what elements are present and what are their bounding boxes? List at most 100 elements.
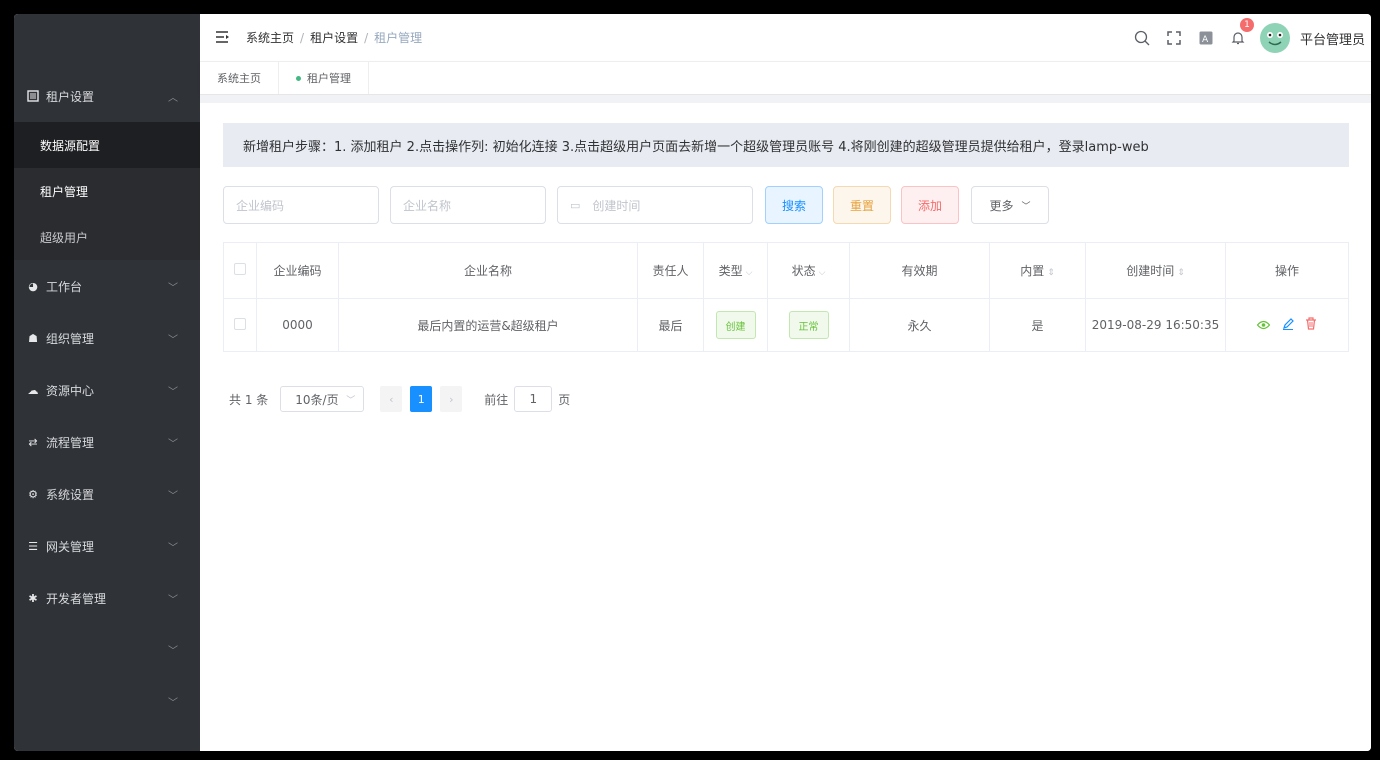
sidebar-group-developer[interactable]: ✱ 开发者管理 ﹀	[14, 572, 200, 624]
avatar[interactable]	[1259, 23, 1290, 53]
tag-home[interactable]: 系统主页	[200, 62, 279, 94]
chevron-down-icon: ﹀	[168, 334, 178, 346]
more-button[interactable]: 更多 ﹀	[971, 186, 1049, 224]
chevron-down-icon: ﹀	[168, 698, 178, 709]
bell-icon[interactable]: 1	[1230, 18, 1254, 46]
sidebar-item-system-settings[interactable]: ⚙ 系统设置 ﹀	[14, 468, 200, 520]
search-button[interactable]: 搜索	[765, 186, 823, 224]
create-time-picker[interactable]: ▭ 创建时间	[557, 186, 753, 224]
breadcrumb: 系统主页 / 租户设置 / 租户管理	[246, 29, 422, 46]
col-type-label: 类型	[718, 264, 743, 278]
page-size-value: 10条/页	[295, 392, 339, 407]
col-created[interactable]: 创建时间 ⇕	[1085, 242, 1226, 299]
tenant-table: 企业编码 企业名称 责任人 类型 ⌵ 状态 ⌵ 有效期 内置 ⇕ 创建时间 ⇕ 操作 0…	[223, 242, 1349, 352]
chevron-down-icon: ﹀	[168, 594, 178, 606]
sidebar-item-resources[interactable]: ☁ 资源中心 ﹀	[14, 364, 200, 416]
chevron-down-icon: ﹀	[168, 646, 178, 657]
delete-icon[interactable]	[1305, 316, 1317, 334]
sidebar-item-tenant-management[interactable]: 租户管理	[14, 168, 200, 214]
sidebar-item-organization[interactable]: ☗ 组织管理 ﹀	[14, 312, 200, 364]
sidebar: 租户设置 ︿ 数据源配置 租户管理 超级用户 ◕ 工作台 ﹀ ☗ 组织管理 ﹀	[14, 14, 200, 751]
reset-button[interactable]: 重置	[833, 186, 891, 224]
page-unit-label: 页	[558, 392, 571, 407]
sort-icon[interactable]: ⇕	[1177, 268, 1185, 278]
tenant-name-input[interactable]: 企业名称	[390, 186, 546, 224]
search-icon[interactable]	[1134, 30, 1150, 46]
edit-icon[interactable]	[1282, 317, 1294, 334]
next-page-button[interactable]: ›	[440, 386, 463, 412]
col-type[interactable]: 类型 ⌵	[703, 242, 768, 299]
sort-icon[interactable]: ⇕	[1047, 268, 1055, 278]
sidebar-item-label: 租户设置	[46, 89, 95, 104]
col-status[interactable]: 状态 ⌵	[767, 242, 850, 299]
active-dot-icon	[296, 75, 301, 81]
sidebar-group-gateway[interactable]: ☰ 网关管理 ﹀	[14, 520, 200, 572]
sidebar-item-tenant-settings[interactable]: 租户设置 ︿	[14, 70, 200, 122]
cloud-icon: ☁	[27, 383, 39, 397]
goto-label: 前往	[484, 392, 509, 407]
workflow-icon: ⇄	[28, 435, 38, 449]
sidebar-group-system-settings[interactable]: ⚙ 系统设置 ﹀	[14, 468, 200, 520]
filter-icon[interactable]: ⌵	[819, 268, 826, 278]
cell-actions	[1225, 298, 1349, 352]
table-row: 0000 最后内置的运营&超级租户 最后 创建 正常 永久 是 2019-08-…	[223, 298, 1349, 352]
cell-code: 0000	[256, 298, 339, 352]
select-all-checkbox-cell[interactable]	[223, 242, 257, 299]
row-checkbox[interactable]	[234, 317, 246, 330]
select-all-checkbox[interactable]	[234, 263, 246, 275]
sidebar-item-dashboard[interactable]: ◕ 工作台 ﹀	[14, 260, 200, 312]
sidebar-item-unnamed-1[interactable]: ﹀	[14, 624, 200, 676]
chevron-down-icon: ﹀	[1021, 201, 1031, 212]
sidebar-item-unnamed-2[interactable]: ﹀	[14, 676, 200, 728]
tenant-code-input[interactable]: 企业编码	[223, 186, 379, 224]
placeholder: 创建时间	[592, 198, 641, 213]
breadcrumb-separator: /	[300, 30, 305, 45]
menu-fold-icon[interactable]	[216, 28, 232, 47]
breadcrumb-item-tenant-settings[interactable]: 租户设置	[310, 29, 358, 46]
sidebar-item-label: 开发者管理	[46, 591, 107, 606]
col-builtin[interactable]: 内置 ⇕	[989, 242, 1086, 299]
col-validity: 有效期	[849, 242, 990, 299]
sidebar-group-workflow[interactable]: ⇄ 流程管理 ﹀	[14, 416, 200, 468]
cell-validity: 永久	[849, 298, 990, 352]
main-content: 新增租户步骤：1. 添加租户 2.点击操作列: 初始化连接 3.点击超级用户页面…	[200, 95, 1371, 751]
cell-name: 最后内置的运营&超级租户	[338, 298, 638, 352]
settings-icon: ⚙	[28, 487, 38, 501]
sidebar-item-datasource[interactable]: 数据源配置	[14, 122, 200, 168]
cell-owner: 最后	[637, 298, 704, 352]
sidebar-group-dashboard[interactable]: ◕ 工作台 ﹀	[14, 260, 200, 312]
sidebar-group-resources[interactable]: ☁ 资源中心 ﹀	[14, 364, 200, 416]
more-label: 更多	[989, 198, 1014, 213]
dashboard-icon: ◕	[28, 279, 38, 293]
col-actions: 操作	[1225, 242, 1349, 299]
sidebar-group-tenant[interactable]: 租户设置 ︿ 数据源配置 租户管理 超级用户	[14, 70, 200, 260]
bug-icon: ✱	[28, 591, 38, 605]
prev-page-button[interactable]: ‹	[380, 386, 403, 412]
notification-badge: 1	[1239, 18, 1254, 32]
page-size-select[interactable]: 10条/页 ﹀	[280, 386, 365, 412]
page-number-button[interactable]: 1	[410, 386, 433, 412]
sidebar-item-gateway[interactable]: ☰ 网关管理 ﹀	[14, 520, 200, 572]
view-icon[interactable]	[1256, 319, 1270, 334]
pagination-total: 共 1 条	[229, 392, 269, 407]
col-builtin-label: 内置	[1020, 264, 1045, 278]
sidebar-item-label: 组织管理	[46, 331, 95, 346]
tag-tenant-management[interactable]: 租户管理	[279, 62, 369, 94]
sidebar-group-organization[interactable]: ☗ 组织管理 ﹀	[14, 312, 200, 364]
goto-page-input[interactable]: 1	[514, 386, 553, 412]
chevron-down-icon: ﹀	[168, 542, 178, 554]
sidebar-item-super-user[interactable]: 超级用户	[14, 214, 200, 260]
cell-created: 2019-08-29 16:50:35	[1085, 298, 1226, 352]
sidebar-item-developer[interactable]: ✱ 开发者管理 ﹀	[14, 572, 200, 624]
user-name[interactable]: 平台管理员	[1300, 29, 1365, 48]
add-button[interactable]: 添加	[901, 186, 959, 224]
gateway-icon: ☰	[28, 539, 38, 553]
filter-icon[interactable]: ⌵	[746, 268, 753, 278]
tenant-icon	[26, 89, 40, 103]
fullscreen-icon[interactable]	[1166, 30, 1182, 46]
sidebar-item-workflow[interactable]: ⇄ 流程管理 ﹀	[14, 416, 200, 468]
row-checkbox-cell[interactable]	[223, 298, 257, 352]
breadcrumb-item-home[interactable]: 系统主页	[246, 29, 294, 46]
chevron-down-icon: ﹀	[168, 282, 178, 294]
language-icon[interactable]: A	[1198, 30, 1214, 46]
